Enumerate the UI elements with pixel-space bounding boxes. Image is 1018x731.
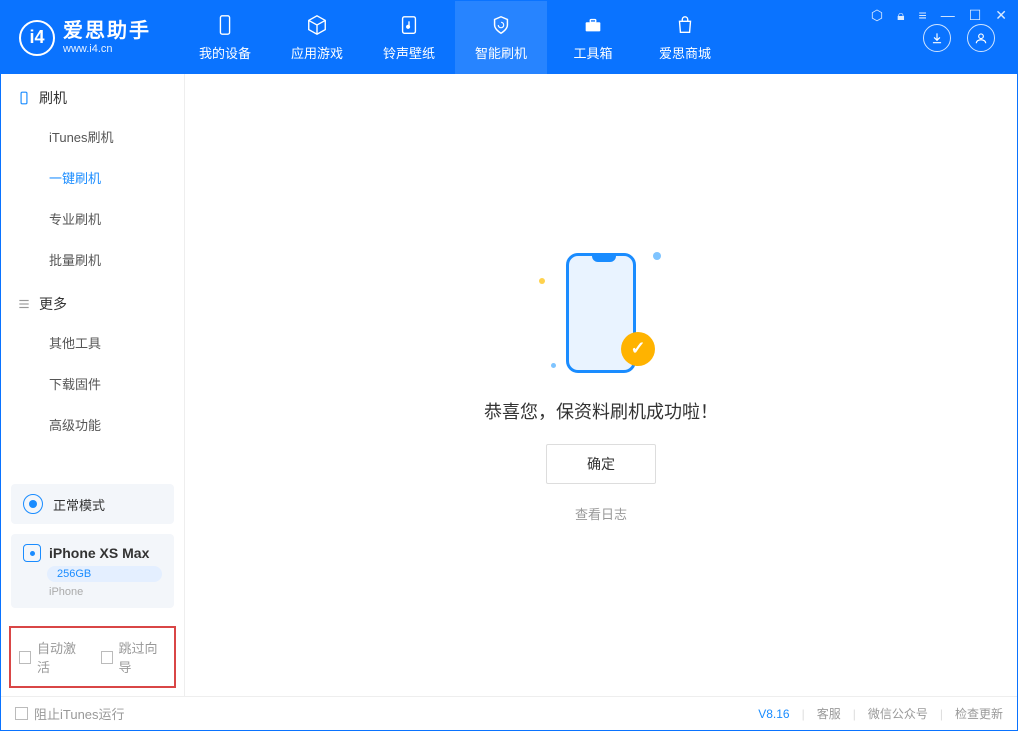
lock-icon[interactable]: 🔒︎: [897, 7, 904, 24]
sidebar-section-more: 更多: [1, 280, 184, 322]
header: ⬡ 🔒︎ ≡ — ☐ ✕ i4 爱思助手 www.i4.cn 我的设备 应用游戏: [1, 1, 1017, 74]
logo-icon: i4: [19, 20, 55, 56]
device-icon: [213, 13, 237, 37]
toolbox-icon: [581, 13, 605, 37]
sidebar-item-itunes-flash[interactable]: iTunes刷机: [1, 116, 184, 157]
sidebar-item-pro-flash[interactable]: 专业刷机: [1, 198, 184, 239]
tab-toolbox[interactable]: 工具箱: [547, 1, 639, 74]
maximize-button[interactable]: ☐: [969, 7, 982, 24]
highlighted-checkboxes: 自动激活 跳过向导: [9, 626, 176, 688]
tab-apps-games[interactable]: 应用游戏: [271, 1, 363, 74]
check-badge-icon: ✓: [621, 332, 655, 366]
device-card[interactable]: iPhone XS Max 256GB iPhone: [11, 534, 174, 608]
success-message: 恭喜您，保资料刷机成功啦！: [484, 398, 718, 424]
minimize-button[interactable]: —: [941, 7, 955, 24]
logo: i4 爱思助手 www.i4.cn: [1, 1, 169, 74]
body: 刷机 iTunes刷机 一键刷机 专业刷机 批量刷机 更多 其他工具 下载固件 …: [1, 74, 1017, 696]
sidebar-item-other-tools[interactable]: 其他工具: [1, 322, 184, 363]
store-icon: [673, 13, 697, 37]
mode-label: 正常模式: [53, 495, 105, 514]
user-button[interactable]: [967, 24, 995, 52]
tab-my-device[interactable]: 我的设备: [179, 1, 271, 74]
cube-icon: [305, 13, 329, 37]
mode-icon: [23, 494, 43, 514]
app-url: www.i4.cn: [63, 43, 151, 56]
version-label: V8.16: [758, 707, 789, 721]
success-illustration: ✓: [531, 248, 671, 378]
sidebar-item-oneclick-flash[interactable]: 一键刷机: [1, 157, 184, 198]
ok-button[interactable]: 确定: [546, 444, 656, 484]
footer-update-link[interactable]: 检查更新: [955, 705, 1003, 722]
sidebar-section-flash: 刷机: [1, 74, 184, 116]
main-content: ✓ 恭喜您，保资料刷机成功啦！ 确定 查看日志: [185, 74, 1017, 696]
device-capacity: 256GB: [47, 566, 162, 582]
sidebar-item-download-firmware[interactable]: 下载固件: [1, 363, 184, 404]
checkbox-skip-guide[interactable]: 跳过向导: [101, 638, 167, 676]
app-window: ⬡ 🔒︎ ≡ — ☐ ✕ i4 爱思助手 www.i4.cn 我的设备 应用游戏: [0, 0, 1018, 731]
list-icon: [17, 297, 31, 311]
checkbox-icon: [15, 707, 28, 720]
footer: 阻止iTunes运行 V8.16 | 客服 | 微信公众号 | 检查更新: [1, 696, 1017, 730]
window-controls: ⬡ 🔒︎ ≡ — ☐ ✕: [871, 7, 1007, 24]
footer-support-link[interactable]: 客服: [817, 705, 841, 722]
menu-icon[interactable]: ≡: [919, 7, 927, 24]
music-note-icon: [397, 13, 421, 37]
device-type: iPhone: [49, 586, 162, 598]
checkbox-block-itunes[interactable]: 阻止iTunes运行: [15, 704, 125, 723]
sidebar: 刷机 iTunes刷机 一键刷机 专业刷机 批量刷机 更多 其他工具 下载固件 …: [1, 74, 185, 696]
tshirt-icon[interactable]: ⬡: [871, 7, 883, 24]
main-tabs: 我的设备 应用游戏 铃声壁纸 智能刷机 工具箱 爱思商城: [179, 1, 901, 74]
tab-store[interactable]: 爱思商城: [639, 1, 731, 74]
phone-icon: [17, 91, 31, 105]
device-name: iPhone XS Max: [49, 545, 149, 561]
download-button[interactable]: [923, 24, 951, 52]
footer-wechat-link[interactable]: 微信公众号: [868, 705, 928, 722]
refresh-shield-icon: [489, 13, 513, 37]
sidebar-item-batch-flash[interactable]: 批量刷机: [1, 239, 184, 280]
app-name: 爱思助手: [63, 19, 151, 43]
tab-ringtones-wallpapers[interactable]: 铃声壁纸: [363, 1, 455, 74]
sidebar-item-advanced[interactable]: 高级功能: [1, 404, 184, 445]
mode-card[interactable]: 正常模式: [11, 484, 174, 524]
checkbox-icon: [19, 651, 31, 664]
checkbox-auto-activate[interactable]: 自动激活: [19, 638, 85, 676]
view-log-link[interactable]: 查看日志: [575, 504, 627, 523]
tab-smart-flash[interactable]: 智能刷机: [455, 1, 547, 74]
device-phone-icon: [23, 544, 41, 562]
close-button[interactable]: ✕: [995, 7, 1007, 24]
checkbox-icon: [101, 651, 113, 664]
